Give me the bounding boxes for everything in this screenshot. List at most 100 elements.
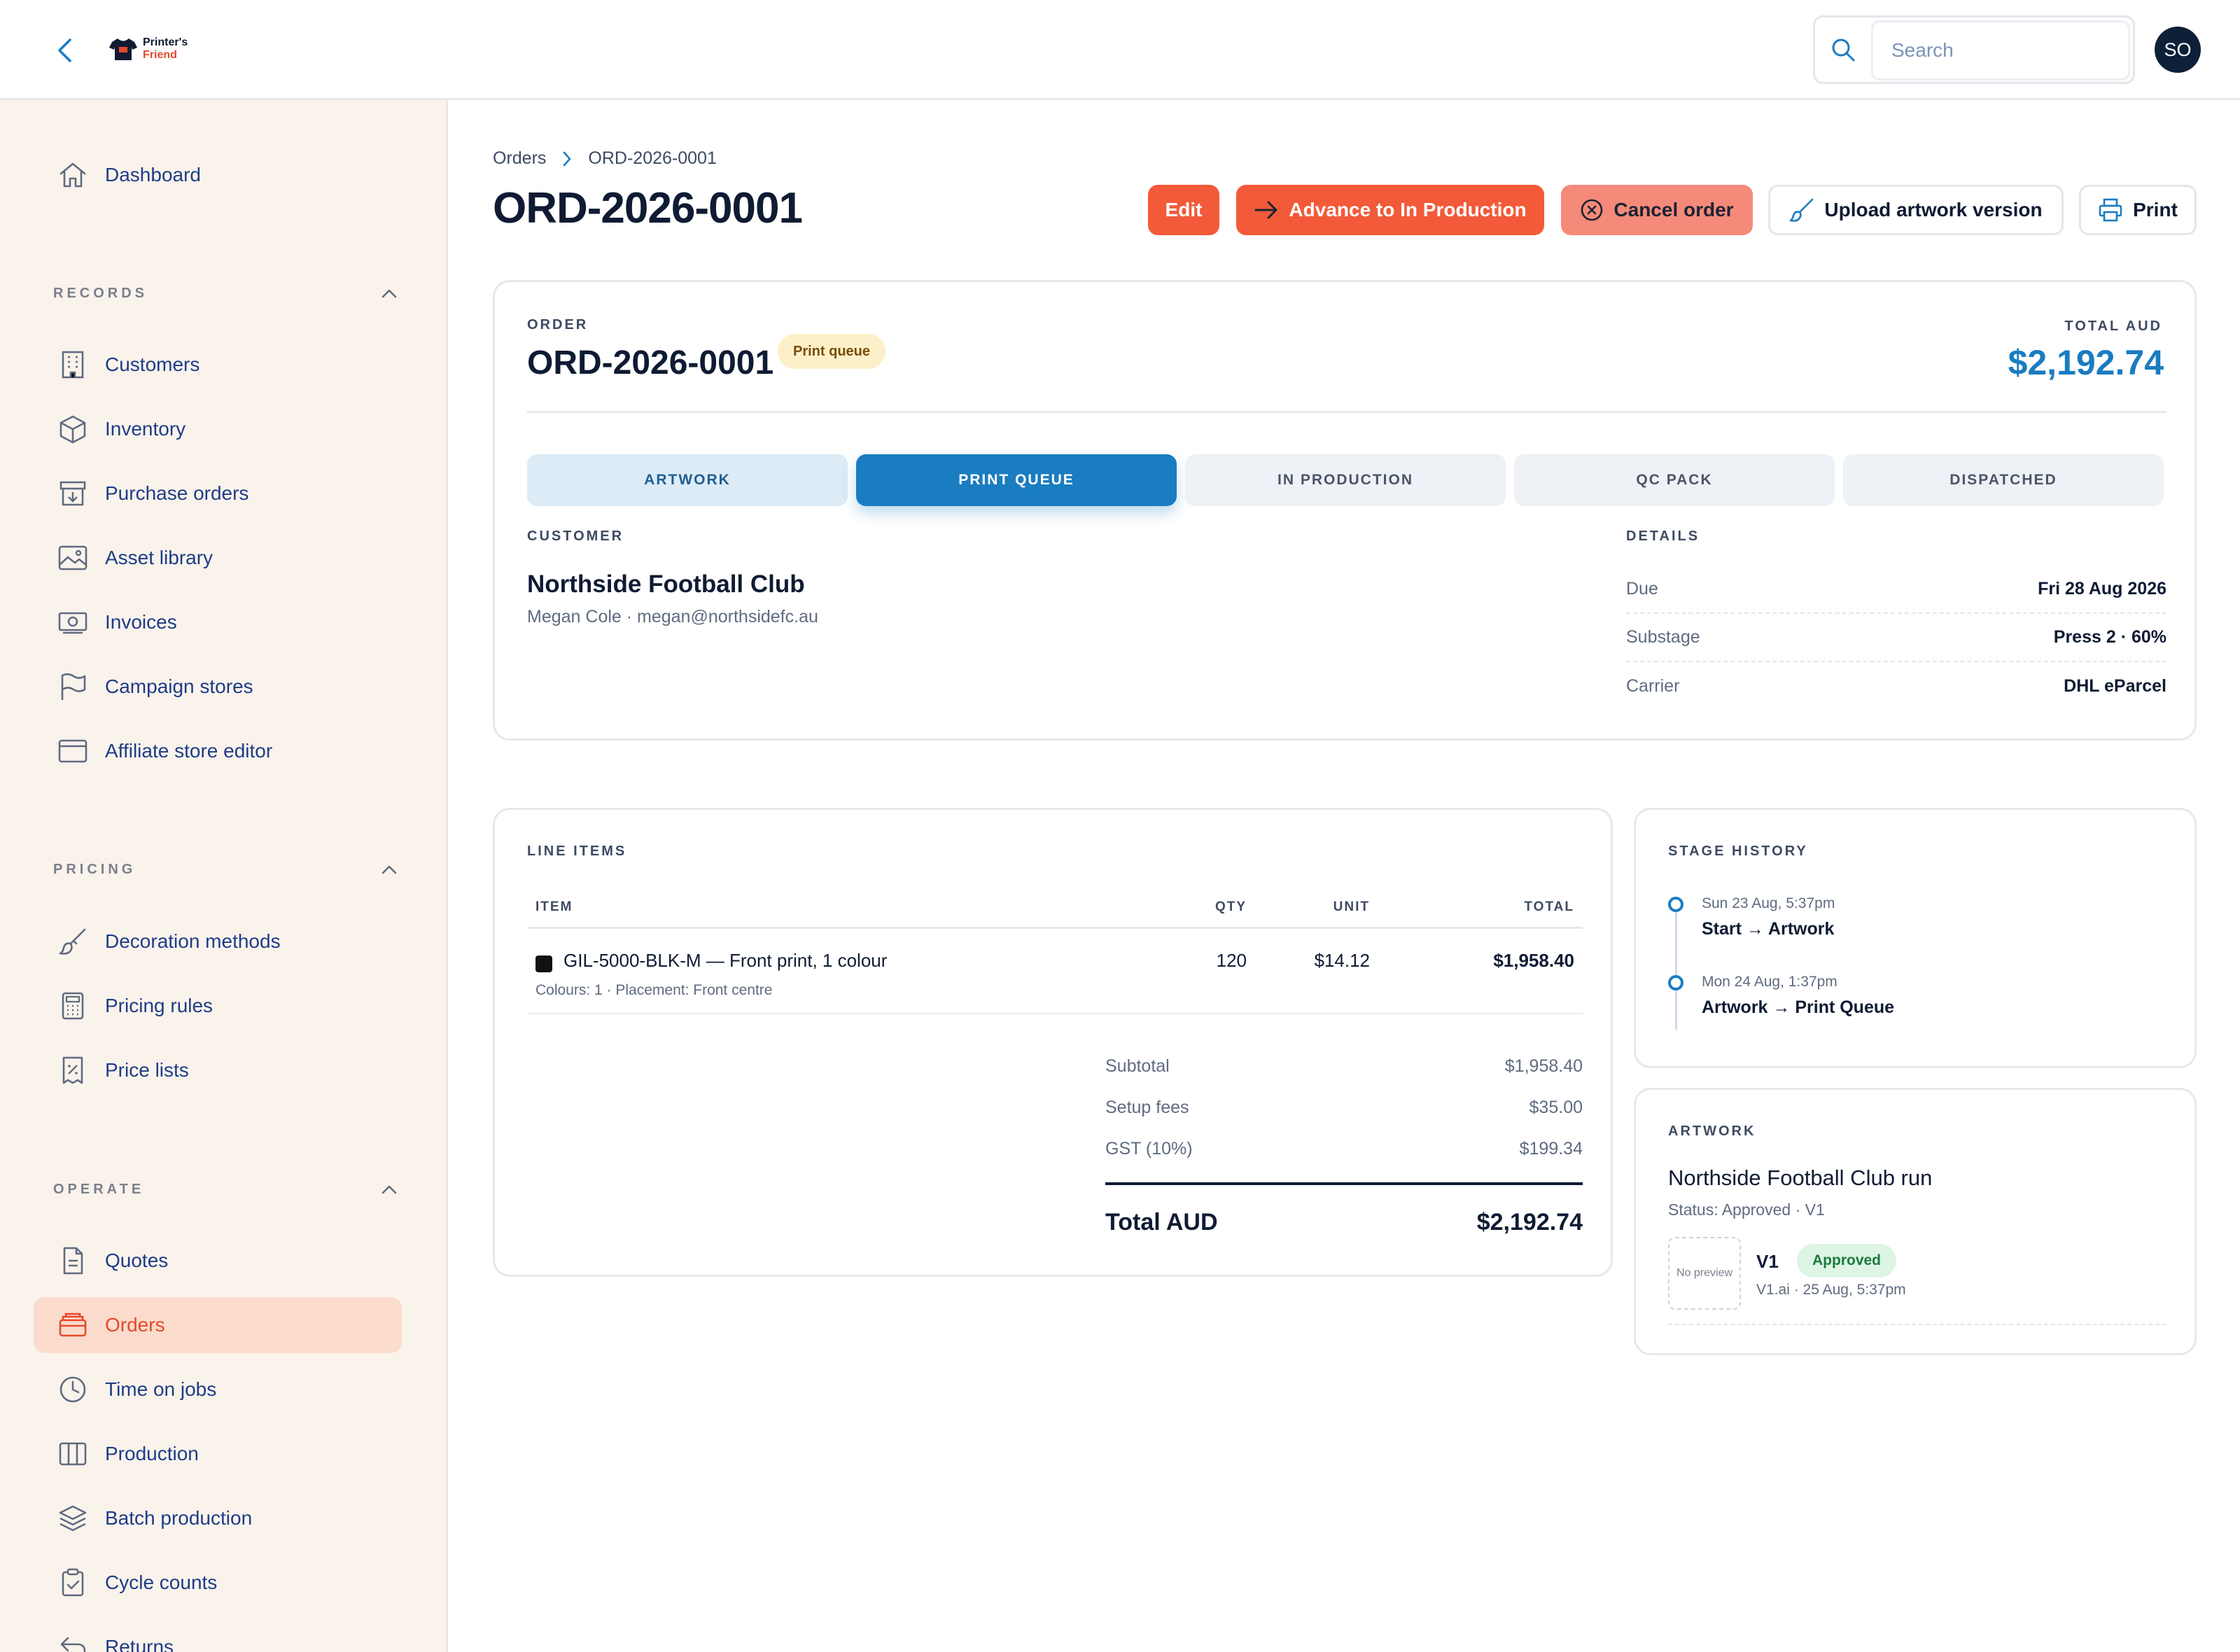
sidebar-item-price-lists[interactable]: Price lists xyxy=(34,1042,402,1098)
stage-tab-print-queue[interactable]: PRINT QUEUE xyxy=(856,454,1177,506)
approved-badge: Approved xyxy=(1797,1244,1897,1278)
sidebar-item-label: Affiliate store editor xyxy=(105,740,273,762)
color-swatch xyxy=(536,955,552,972)
top-bar: Printer's Friend SO xyxy=(0,0,2240,100)
paintbrush-icon xyxy=(45,913,101,969)
sidebar-item-affiliate-store-editor[interactable]: Affiliate store editor xyxy=(34,723,402,779)
customer-name[interactable]: Northside Football Club xyxy=(527,570,805,598)
chevron-up-icon[interactable] xyxy=(375,279,403,307)
timeline-event: Artwork → Print Queue xyxy=(1702,997,1895,1017)
back-button[interactable] xyxy=(50,35,78,66)
chevron-left-icon xyxy=(58,38,71,62)
artwork-thumbnail[interactable]: No preview xyxy=(1668,1237,1741,1310)
sidebar-item-label: Pricing rules xyxy=(105,995,214,1016)
line-item-qty: 120 xyxy=(1216,950,1247,971)
line-item-unit: $14.12 xyxy=(1314,950,1370,971)
cancel-button-label: Cancel order xyxy=(1614,199,1734,220)
order-total: $2,192.74 xyxy=(2008,343,2164,382)
line-item-name: GIL-5000-BLK-M — Front print, 1 colour xyxy=(564,950,888,971)
banknote-icon xyxy=(45,594,101,650)
artwork-file-info: V1.ai · 25 Aug, 5:37pm xyxy=(1756,1282,1906,1298)
summary-value: $199.34 xyxy=(1519,1139,1583,1158)
sidebar-item-returns[interactable]: Returns xyxy=(34,1619,402,1652)
order-label: ORDER xyxy=(527,317,589,332)
stage-tab-in-production[interactable]: IN PRODUCTION xyxy=(1185,454,1506,506)
summary-row-gst: GST (10%) $199.34 xyxy=(1105,1139,1583,1159)
line-item-details: Colours: 1 · Placement: Front centre xyxy=(536,982,773,998)
timeline-event: Start → Artwork xyxy=(1702,919,1835,939)
stage-tab-qc-pack[interactable]: QC PACK xyxy=(1514,454,1835,506)
page-title: ORD-2026-0001 xyxy=(493,184,803,232)
sidebar-item-quotes[interactable]: Quotes xyxy=(34,1233,402,1289)
line-items-header: ITEM QTY UNIT TOTAL xyxy=(527,883,1583,929)
sidebar-item-dashboard[interactable]: Dashboard xyxy=(34,147,402,203)
divider xyxy=(1668,1324,2166,1325)
table-row[interactable]: GIL-5000-BLK-M — Front print, 1 colour C… xyxy=(527,929,1583,1014)
paintbrush-icon xyxy=(1790,198,1814,222)
sidebar-item-cycle-counts[interactable]: Cycle counts xyxy=(34,1555,402,1611)
document-icon xyxy=(45,1233,101,1289)
chevron-right-icon xyxy=(559,150,575,167)
avatar[interactable]: SO xyxy=(2155,27,2201,73)
line-items-label: LINE ITEMS xyxy=(527,844,627,859)
sidebar-item-purchase-orders[interactable]: Purchase orders xyxy=(34,465,402,522)
print-button-label: Print xyxy=(2133,199,2178,220)
sidebar-item-label: Purchase orders xyxy=(105,482,249,504)
timeline-dot xyxy=(1668,897,1684,912)
detail-key: Due xyxy=(1626,579,1658,598)
section-records: RECORDS xyxy=(53,279,403,307)
detail-row-substage: Substage Press 2 · 60% xyxy=(1626,614,2166,662)
columns-icon xyxy=(45,1426,101,1482)
total-divider xyxy=(1105,1182,1583,1185)
line-items-card: LINE ITEMS ITEM QTY UNIT TOTAL GIL-5000-… xyxy=(493,808,1613,1277)
edit-button[interactable]: Edit xyxy=(1148,185,1219,235)
sidebar-item-time-on-jobs[interactable]: Time on jobs xyxy=(34,1362,402,1418)
edit-button-label: Edit xyxy=(1165,199,1203,220)
sidebar-item-orders[interactable]: Orders xyxy=(34,1297,402,1353)
breadcrumb-orders-link[interactable]: Orders xyxy=(493,148,546,169)
sidebar-item-label: Campaign stores xyxy=(105,676,253,697)
app-logo[interactable]: Printer's Friend xyxy=(109,36,188,62)
printer-icon xyxy=(2099,198,2122,222)
sidebar-item-invoices[interactable]: Invoices xyxy=(34,594,402,650)
chevron-up-icon[interactable] xyxy=(375,1175,403,1203)
building-icon xyxy=(45,337,101,393)
details-label: DETAILS xyxy=(1626,528,1700,544)
sidebar-item-decoration-methods[interactable]: Decoration methods xyxy=(34,913,402,969)
total-label: TOTAL AUD xyxy=(2064,318,2162,334)
print-button[interactable]: Print xyxy=(2079,185,2197,235)
timeline-dot xyxy=(1668,975,1684,990)
sidebar-item-asset-library[interactable]: Asset library xyxy=(34,530,402,586)
flag-icon xyxy=(45,659,101,715)
stage-tab-dispatched[interactable]: DISPATCHED xyxy=(1843,454,2164,506)
sidebar-item-batch-production[interactable]: Batch production xyxy=(34,1490,402,1546)
sidebar-item-label: Price lists xyxy=(105,1059,189,1081)
upload-artwork-button[interactable]: Upload artwork version xyxy=(1768,185,2064,235)
sidebar-item-campaign-stores[interactable]: Campaign stores xyxy=(34,659,402,715)
sidebar-item-label: Time on jobs xyxy=(105,1378,217,1400)
logo-line2: Friend xyxy=(143,49,177,61)
cancel-order-button[interactable]: Cancel order xyxy=(1561,185,1753,235)
clipboard-check-icon xyxy=(45,1555,101,1611)
search-input[interactable] xyxy=(1871,20,2130,80)
advance-button-label: Advance to In Production xyxy=(1289,199,1527,220)
sidebar-item-label: Quotes xyxy=(105,1250,169,1271)
sidebar-item-label: Invoices xyxy=(105,611,177,633)
stage-tab-artwork[interactable]: ARTWORK xyxy=(527,454,848,506)
sidebar-item-customers[interactable]: Customers xyxy=(34,337,402,393)
sidebar-item-pricing-rules[interactable]: Pricing rules xyxy=(34,978,402,1034)
clock-icon xyxy=(45,1362,101,1418)
breadcrumb-current: ORD-2026-0001 xyxy=(588,148,717,168)
customer-label: CUSTOMER xyxy=(527,528,624,544)
order-summary-card: ORDER ORD-2026-0001 Print queue TOTAL AU… xyxy=(493,280,2197,741)
search-icon[interactable] xyxy=(1815,18,1871,82)
sidebar-item-label: Customers xyxy=(105,354,200,375)
sidebar-item-production[interactable]: Production xyxy=(34,1426,402,1482)
detail-value: Press 2 · 60% xyxy=(2053,627,2166,647)
chevron-up-icon[interactable] xyxy=(375,855,403,883)
advance-stage-button[interactable]: Advance to In Production xyxy=(1236,185,1544,235)
calculator-icon xyxy=(45,978,101,1034)
summary-row-setup-fees: Setup fees $35.00 xyxy=(1105,1098,1583,1118)
sidebar-item-inventory[interactable]: Inventory xyxy=(34,401,402,457)
sidebar-item-label: Dashboard xyxy=(105,164,201,186)
